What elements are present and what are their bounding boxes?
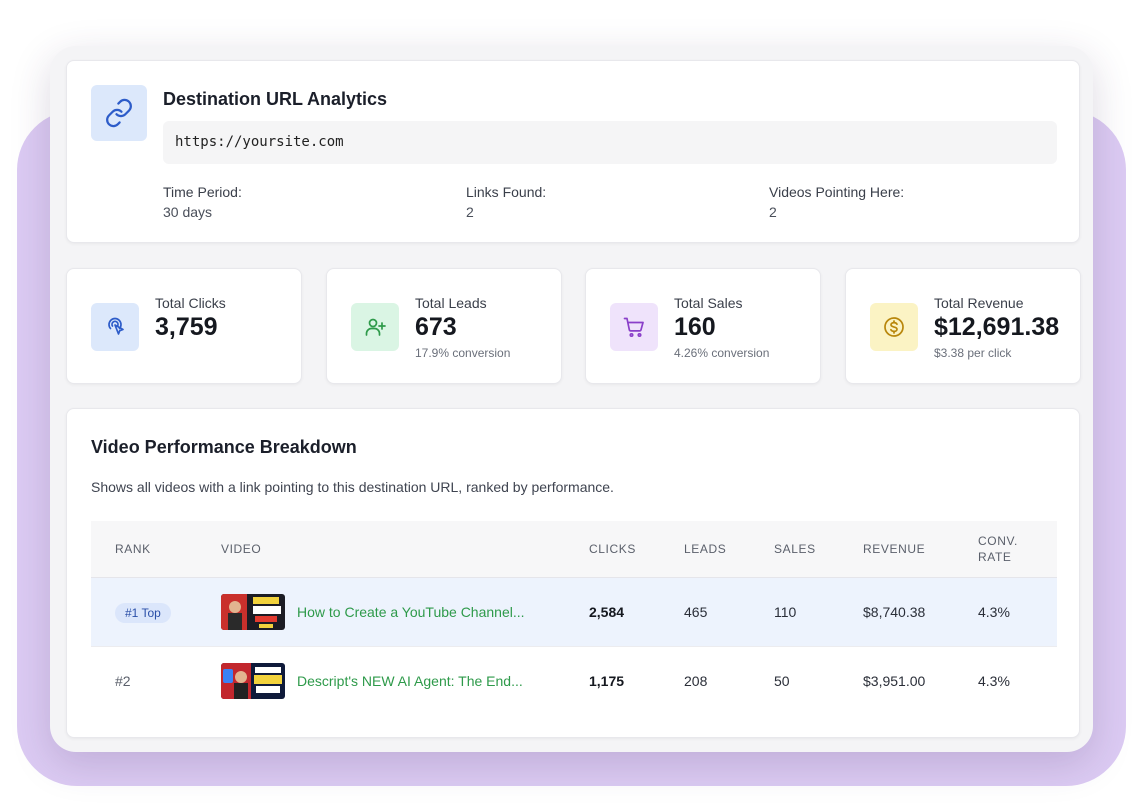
column-header-video[interactable]: VIDEO — [221, 541, 261, 557]
column-header-leads[interactable]: LEADS — [684, 541, 726, 557]
table-row[interactable]: #2 Descript's NEW AI Agent: The End... 1… — [91, 647, 1057, 716]
column-header-rank[interactable]: RANK — [115, 541, 151, 557]
stat-card-total-revenue: Total Revenue $12,691.38 $3.38 per click — [845, 268, 1081, 384]
url-analytics-header: Destination URL Analytics https://yoursi… — [66, 60, 1080, 243]
meta-value: 2 — [466, 204, 474, 220]
pointer-click-icon — [91, 303, 139, 351]
clicks-cell: 2,584 — [589, 604, 625, 620]
stat-card-total-clicks: Total Clicks 3,759 — [66, 268, 302, 384]
stat-label: Total Revenue — [934, 295, 1024, 311]
stat-subtext: 4.26% conversion — [674, 346, 770, 360]
stat-label: Total Clicks — [155, 295, 226, 311]
link-icon — [91, 85, 147, 141]
meta-time-period: Time Period: 30 days — [163, 182, 242, 222]
meta-links-found: Links Found: 2 — [466, 182, 546, 222]
section-title: Video Performance Breakdown — [91, 437, 357, 457]
rank-cell: #2 — [115, 673, 131, 689]
section-description: Shows all videos with a link pointing to… — [91, 479, 614, 495]
cart-icon — [610, 303, 658, 351]
page-title: Destination URL Analytics — [163, 89, 388, 109]
meta-label: Links Found: — [466, 184, 547, 200]
destination-url-field[interactable]: https://yoursite.com — [163, 121, 1057, 164]
stat-label: Total Sales — [674, 295, 743, 311]
user-plus-icon — [351, 303, 399, 351]
column-header-line: CONV. — [978, 534, 1018, 548]
stat-subtext: $3.38 per click — [934, 346, 1012, 360]
video-thumbnail[interactable] — [221, 663, 285, 699]
video-title-link[interactable]: How to Create a YouTube Channel... — [297, 604, 525, 620]
stat-value: $12,691.38 — [934, 313, 1060, 341]
column-header-clicks[interactable]: CLICKS — [589, 541, 636, 557]
stat-value: 160 — [674, 313, 716, 341]
stat-card-total-sales: Total Sales 160 4.26% conversion — [585, 268, 821, 384]
video-performance-card: Video Performance Breakdown Shows all vi… — [66, 408, 1080, 738]
clicks-cell: 1,175 — [589, 673, 625, 689]
column-header-line: RATE — [978, 550, 1012, 564]
stat-subtext: 17.9% conversion — [415, 346, 511, 360]
stat-value: 3,759 — [155, 313, 218, 341]
conv-rate-cell: 4.3% — [978, 604, 1010, 620]
meta-value: 30 days — [163, 204, 213, 220]
leads-cell: 465 — [684, 604, 708, 620]
meta-value: 2 — [769, 204, 777, 220]
video-title-link[interactable]: Descript's NEW AI Agent: The End... — [297, 673, 523, 689]
revenue-cell: $3,951.00 — [863, 673, 926, 689]
column-header-revenue[interactable]: REVENUE — [863, 541, 925, 557]
stat-card-total-leads: Total Leads 673 17.9% conversion — [326, 268, 562, 384]
meta-videos-pointing: Videos Pointing Here: 2 — [769, 182, 904, 222]
sales-cell: 50 — [774, 673, 790, 689]
top-rank-badge: #1 Top — [115, 603, 171, 623]
leads-cell: 208 — [684, 673, 708, 689]
video-performance-table: RANK VIDEO CLICKS LEADS SALES REVENUE CO… — [91, 521, 1057, 716]
stat-label: Total Leads — [415, 295, 487, 311]
table-header: RANK VIDEO CLICKS LEADS SALES REVENUE CO… — [91, 521, 1057, 578]
video-thumbnail[interactable] — [221, 594, 285, 630]
table-row[interactable]: #1 Top How to Create a YouTube Channel..… — [91, 578, 1057, 647]
revenue-cell: $8,740.38 — [863, 604, 926, 620]
sales-cell: 110 — [774, 604, 797, 620]
conv-rate-cell: 4.3% — [978, 673, 1010, 689]
dollar-icon — [870, 303, 918, 351]
meta-label: Time Period: — [163, 184, 242, 200]
stat-value: 673 — [415, 313, 457, 341]
column-header-sales[interactable]: SALES — [774, 541, 816, 557]
column-header-conv-rate[interactable]: CONV. RATE — [978, 533, 1018, 565]
meta-label: Videos Pointing Here: — [769, 184, 905, 200]
